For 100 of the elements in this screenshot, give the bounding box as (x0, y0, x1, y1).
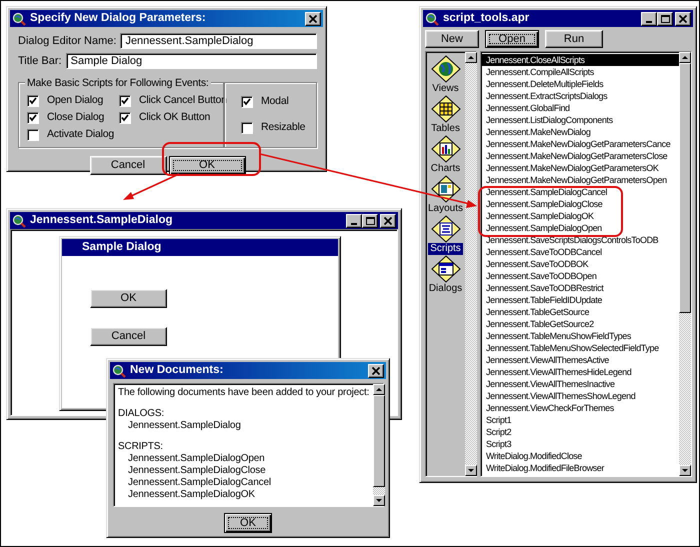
minimize-button[interactable] (641, 12, 657, 26)
dialog-icon (430, 255, 460, 283)
checkbox[interactable] (119, 94, 131, 106)
list-item[interactable]: Jennessent.ExtractScriptsDialogs (481, 90, 679, 102)
list-item[interactable]: Jennessent.MakeNewDialog (481, 126, 679, 138)
button[interactable]: Run (545, 30, 603, 48)
checkbox-label: Click OK Button (139, 110, 210, 125)
scrollbar[interactable] (373, 384, 386, 506)
close-button[interactable] (380, 214, 396, 228)
text-field[interactable]: Sample Dialog (66, 52, 317, 69)
list-item[interactable]: Jennessent.SaveScriptsDialogsControlsToODB (481, 234, 679, 246)
maximize-button[interactable] (362, 214, 378, 228)
window-title: script_tools.apr (443, 10, 530, 26)
document-name: Jennessent.SampleDialogCancel (127, 477, 272, 489)
minimize-button[interactable] (346, 214, 362, 228)
list-item[interactable]: Script2 (481, 426, 679, 438)
list-item[interactable]: Script1 (481, 414, 679, 426)
list-item[interactable]: Jennessent.SampleDialogOpen (481, 222, 679, 234)
maximize-icon (660, 14, 670, 22)
list-item[interactable]: Jennessent.SampleDialogClose (481, 198, 679, 210)
document-name: Jennessent.SampleDialogClose (127, 465, 267, 477)
document-name: Jennessent.SampleDialog (127, 420, 242, 432)
field-label: Dialog Editor Name: (18, 34, 116, 49)
list-item[interactable]: Jennessent.TableFieldIDUpdate (481, 294, 679, 306)
checkbox[interactable] (119, 112, 131, 124)
close-button[interactable] (675, 12, 691, 26)
button[interactable]: Cancel (90, 327, 167, 346)
sidebar-item[interactable]: Scripts (428, 243, 463, 255)
checkbox-label: Activate Dialog (47, 126, 114, 142)
globe-icon (430, 55, 461, 83)
list-item[interactable]: Jennessent.ViewAllThemesInactive (481, 378, 679, 390)
checkbox[interactable] (27, 128, 39, 140)
list-item[interactable]: Jennessent.TableMenuShowFieldTypes (481, 330, 679, 342)
list-item[interactable]: Jennessent.ViewAllThemesHideLegend (481, 366, 679, 378)
sidebar-item[interactable]: Layouts (426, 203, 466, 215)
close-button[interactable] (368, 364, 384, 378)
list-item[interactable]: Jennessent.CloseAllScripts (481, 54, 679, 66)
checkbox[interactable] (241, 122, 253, 134)
button[interactable]: OK (168, 156, 246, 175)
list-item[interactable]: Jennessent.SaveToODBOpen (481, 270, 679, 282)
list-item[interactable]: Jennessent.GlobalFind (481, 102, 679, 114)
scrollbar[interactable] (679, 52, 691, 476)
checkbox[interactable] (241, 96, 253, 108)
checkbox-label: Open Dialog (47, 92, 104, 108)
window-title: Specify New Dialog Parameters: (30, 10, 207, 26)
button[interactable]: New (425, 30, 479, 48)
list-item[interactable]: Jennessent.MakeNewDialogGetParametersClose (481, 150, 679, 162)
magnifier-icon (112, 364, 126, 378)
table-icon (430, 95, 461, 123)
list-item[interactable]: Jennessent.ListDialogComponents (481, 114, 679, 126)
list-item[interactable]: Jennessent.ViewAllThemesActive (481, 354, 679, 366)
list-item[interactable]: Jennessent.MakeNewDialogGetParametersCance (481, 138, 679, 150)
list-item[interactable]: Jennessent.DeleteMultipleFields (481, 78, 679, 90)
minimize-icon (646, 20, 652, 22)
close-icon (309, 14, 317, 22)
button[interactable]: OK (90, 289, 167, 308)
magnifier-icon (12, 214, 26, 228)
scrollbar[interactable] (465, 52, 478, 476)
button[interactable]: OK (224, 513, 272, 533)
list-item[interactable]: Jennessent.ViewCheckForThemes (481, 402, 679, 414)
sidebar-item[interactable]: Dialogs (426, 283, 464, 295)
list-item[interactable]: WriteDialog.ModifiedFileBrowser (481, 462, 679, 474)
checkbox-label: Resizable (261, 120, 306, 135)
section-heading: SCRIPTS: (118, 441, 164, 453)
list-item[interactable]: Jennessent.TableMenuShowSelectedFieldType (481, 342, 679, 354)
list-item[interactable]: Jennessent.SaveToODBRestrict (481, 282, 679, 294)
minimize-icon (351, 222, 357, 224)
list-item[interactable]: Jennessent.TableGetSource2 (481, 318, 679, 330)
text-field[interactable]: Jennessent.SampleDialog (120, 33, 317, 50)
section-heading: DIALOGS: (118, 408, 166, 420)
button[interactable]: Cancel (90, 156, 166, 175)
close-button[interactable] (305, 12, 321, 26)
document-name: Jennessent.SampleDialogOpen (127, 453, 266, 465)
maximize-button[interactable] (657, 12, 673, 26)
list-item[interactable]: Jennessent.CompileAllScripts (481, 66, 679, 78)
annotation-arrow (123, 173, 180, 200)
list-item[interactable]: Script3 (481, 438, 679, 450)
list-item[interactable]: Jennessent.MakeNewDialogGetParametersOK (481, 162, 679, 174)
close-icon (372, 366, 380, 374)
list-item[interactable]: Jennessent.SampleDialogOK (481, 210, 679, 222)
list-item[interactable]: Jennessent.SaveToODBCancel (481, 246, 679, 258)
window-title: New Documents: (130, 362, 224, 378)
list-item[interactable]: Jennessent.SampleDialogCancel (481, 186, 679, 198)
script-icon (430, 215, 461, 243)
bar-chart-icon (430, 135, 460, 163)
list-item[interactable]: WriteDialog.ModifiedClose (481, 450, 679, 462)
sidebar-item[interactable]: Charts (428, 163, 462, 175)
dialog-title: Sample Dialog (82, 240, 162, 255)
button[interactable]: Open (485, 30, 539, 48)
sidebar-item[interactable]: Tables (429, 123, 462, 135)
list-item[interactable]: Jennessent.MakeNewDialogGetParametersOpen (481, 174, 679, 186)
magnifier-icon (12, 12, 26, 26)
list-item[interactable]: Jennessent.TableGetSource (481, 306, 679, 318)
checkbox[interactable] (27, 94, 39, 106)
layout-icon (430, 175, 461, 203)
list-item[interactable]: Jennessent.SaveToODBOK (481, 258, 679, 270)
field-label: Title Bar: (18, 54, 62, 68)
sidebar-item[interactable]: Views (430, 83, 461, 95)
list-item[interactable]: Jennessent.ViewAllThemesShowLegend (481, 390, 679, 402)
checkbox[interactable] (27, 112, 39, 124)
